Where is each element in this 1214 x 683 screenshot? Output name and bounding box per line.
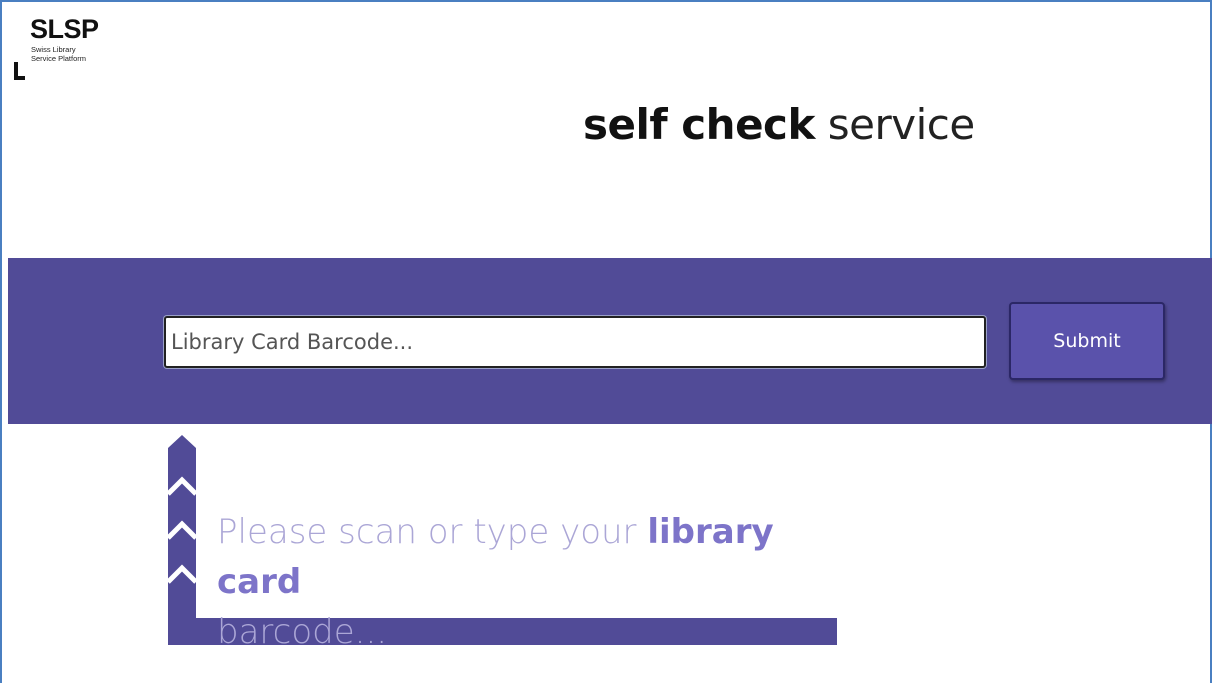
slsp-logo: SLSP Swiss Library Service Platform	[14, 14, 114, 84]
barcode-input[interactable]	[164, 316, 986, 368]
page-title-bold: self check	[583, 100, 815, 149]
scan-instruction-end: barcode...	[217, 612, 388, 652]
logo-subtitle-line1: Swiss Library	[31, 45, 76, 54]
corner-bracket-icon	[14, 62, 25, 80]
scan-instruction: Please scan or type your library card ba…	[217, 507, 857, 657]
page-title: self check service	[583, 100, 975, 149]
logo-name: SLSP	[30, 14, 99, 44]
scan-instruction-start: Please scan or type your	[217, 512, 648, 552]
submit-button[interactable]: Submit	[1009, 302, 1165, 380]
logo-subtitle-line2: Service Platform	[31, 54, 87, 63]
page-title-light: service	[827, 100, 975, 149]
logo-subtitle: Swiss Library Service Platform	[31, 45, 101, 63]
